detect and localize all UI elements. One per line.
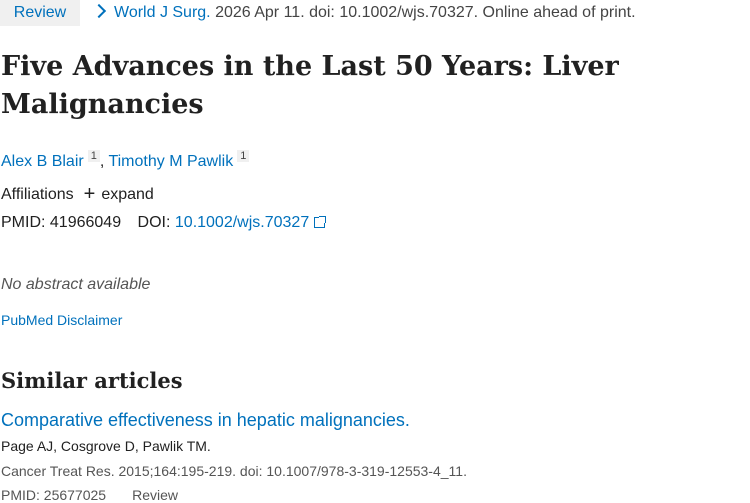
author-list: Alex B Blair 1, Timothy M Pawlik 1	[1, 145, 250, 173]
expand-button[interactable]: expand	[101, 186, 154, 203]
author-link[interactable]: Alex B Blair	[1, 153, 84, 170]
similar-articles-heading: Similar articles	[1, 368, 183, 393]
author-link[interactable]: Timothy M Pawlik	[108, 153, 233, 170]
affiliation-marker[interactable]: 1	[87, 150, 100, 162]
similar-article-pmid: PMID: 25677025 Review	[1, 487, 178, 503]
similar-article-authors: Page AJ, Cosgrove D, Pawlik TM.	[1, 438, 211, 454]
pubmed-disclaimer-link[interactable]: PubMed Disclaimer	[1, 312, 122, 328]
citation-text: 2026 Apr 11. doi: 10.1002/wjs.70327. Onl…	[215, 4, 636, 21]
external-link-icon	[314, 216, 327, 228]
article-title: Five Advances in the Last 50 Years: Live…	[1, 51, 619, 120]
affiliation-marker[interactable]: 1	[237, 150, 250, 162]
doi-link[interactable]: 10.1002/wjs.70327	[175, 214, 327, 231]
journal-link[interactable]: World J Surg.	[114, 4, 211, 21]
doi-label: DOI:	[137, 214, 171, 231]
plus-icon[interactable]: +	[84, 184, 96, 204]
similar-article-title[interactable]: Comparative effectiveness in hepatic mal…	[1, 410, 410, 431]
pmid-value: 41966049	[49, 214, 122, 231]
identifiers-row: PMID: 41966049 DOI: 10.1002/wjs.70327	[1, 212, 327, 234]
pmid-label: PMID:	[1, 214, 46, 231]
affiliations-label: Affiliations	[1, 186, 74, 203]
no-abstract-note: No abstract available	[1, 276, 151, 293]
similar-article-citation: Cancer Treat Res. 2015;164:195-219. doi:…	[1, 463, 467, 479]
review-badge: Review	[0, 0, 80, 26]
affiliations-row: Affiliations + expand	[1, 184, 154, 206]
chevron-right-icon	[91, 3, 107, 19]
citation-line: World J Surg. 2026 Apr 11. doi: 10.1002/…	[91, 3, 636, 23]
similar-article-type: Review	[132, 487, 178, 503]
